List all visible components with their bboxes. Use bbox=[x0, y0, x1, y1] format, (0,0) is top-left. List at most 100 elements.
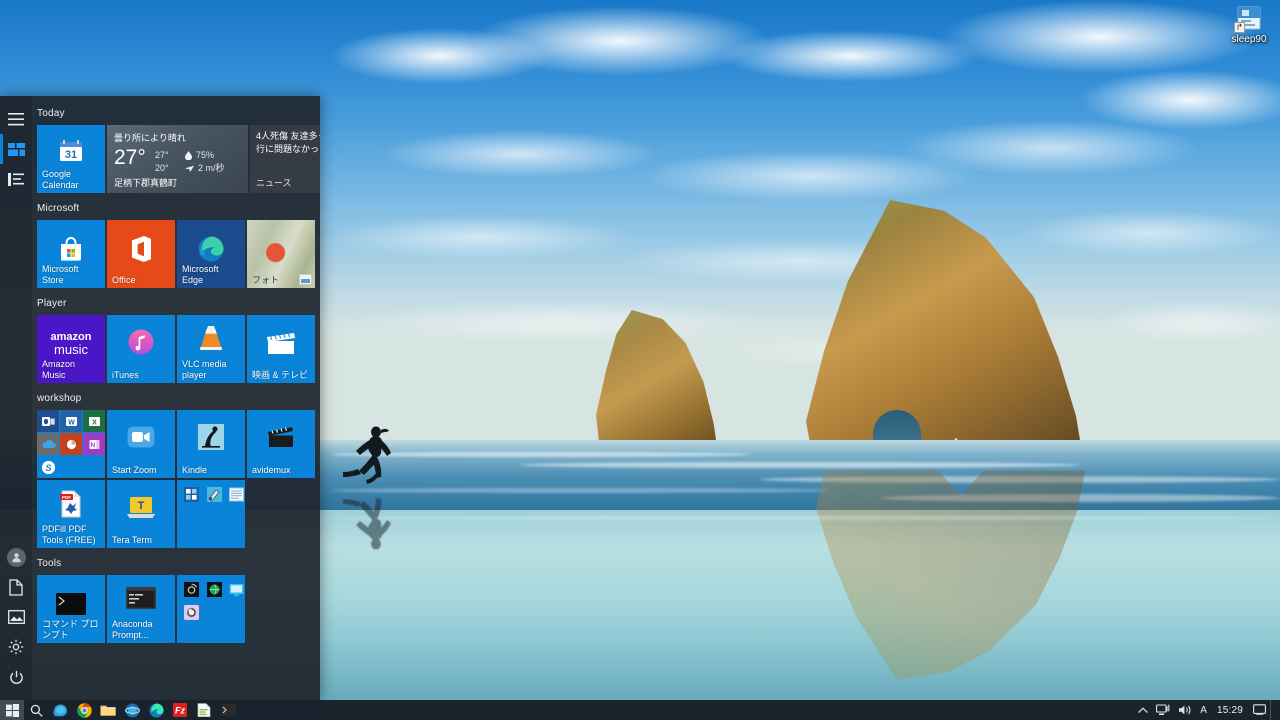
taskbar-spacer bbox=[240, 700, 1134, 720]
tile-movies-tv[interactable]: 映画 & テレビ bbox=[247, 315, 315, 383]
word-icon: W bbox=[60, 410, 82, 432]
taskbar-ie-button[interactable] bbox=[120, 700, 144, 720]
shortcut-arrow-icon: ↱ bbox=[1234, 22, 1245, 33]
taskbar-chrome-button[interactable] bbox=[72, 700, 96, 720]
tile-start-zoom[interactable]: Start Zoom bbox=[107, 410, 175, 478]
power-button[interactable] bbox=[0, 662, 32, 692]
edge-icon bbox=[197, 235, 225, 263]
search-button[interactable] bbox=[24, 700, 48, 720]
onenote-icon: N bbox=[83, 433, 105, 455]
all-apps-button[interactable] bbox=[0, 164, 32, 194]
itunes-note-icon bbox=[128, 329, 154, 355]
weather-wind-row: 2 m/秒 bbox=[185, 162, 225, 175]
weather-location: 足柄下郡真鶴町 bbox=[114, 178, 178, 188]
tile-grid: 31 Google Calendar 曇り所により晴れ 27° 27° 20° bbox=[34, 125, 320, 195]
tile-weather[interactable]: 曇り所により晴れ 27° 27° 20° 75% 2 m/秒 足柄下郡真鶴町 bbox=[107, 125, 248, 193]
pinned-tiles-button[interactable] bbox=[0, 134, 32, 164]
show-desktop-button[interactable] bbox=[1270, 700, 1278, 720]
tile-anaconda-prompt[interactable]: Anaconda Prompt... bbox=[107, 575, 175, 643]
weather-low: 20° bbox=[155, 163, 169, 173]
tile-group-title: Microsoft bbox=[37, 203, 80, 214]
amazon-music-icon: amazon music bbox=[42, 328, 100, 358]
tile-label: PDFill PDF Tools (FREE) bbox=[42, 524, 96, 545]
tile-label: コマンド プロンプト bbox=[42, 619, 99, 640]
tile-avidemux[interactable]: avidemux bbox=[247, 410, 315, 478]
network-icon[interactable] bbox=[1152, 700, 1174, 720]
tile-label: Amazon Music bbox=[42, 359, 76, 380]
pdf-tools-icon: PDF bbox=[58, 490, 84, 518]
clapper-white-icon bbox=[266, 331, 296, 355]
tile-label: Microsoft Edge bbox=[182, 264, 219, 285]
account-button[interactable] bbox=[0, 542, 32, 572]
tile-group-player: Player amazon music Amazon Music iTunes … bbox=[34, 298, 320, 385]
notepad-icon bbox=[229, 487, 244, 502]
taskbar-file-explorer-button[interactable] bbox=[96, 700, 120, 720]
taskbar-edge-legacy-button[interactable] bbox=[144, 700, 168, 720]
tile-group-title: Today bbox=[37, 108, 65, 119]
tile-itunes[interactable]: iTunes bbox=[107, 315, 175, 383]
tile-office[interactable]: Office bbox=[107, 220, 175, 288]
tile-tera-term[interactable]: T Tera Term bbox=[107, 480, 175, 548]
system-tray[interactable]: A 15:29 bbox=[1134, 700, 1280, 720]
desktop[interactable]: ↱ sleep90 Today 31 Google Calendar 曇り所によ… bbox=[0, 0, 1280, 720]
cloud bbox=[330, 215, 630, 259]
tile-grid: W X N S Start Zoom Kindle avidemux PDF P… bbox=[34, 410, 320, 550]
shoreline-foam bbox=[330, 516, 1280, 520]
tile-pdfill-pdf-tools[interactable]: PDF PDFill PDF Tools (FREE) bbox=[37, 480, 105, 548]
news-source: ニュース bbox=[256, 178, 292, 188]
ime-indicator[interactable]: A bbox=[1196, 700, 1211, 720]
tile-group-microsoft: Microsoft Microsoft Store Office Microso… bbox=[34, 203, 320, 290]
start-button[interactable] bbox=[0, 700, 24, 720]
tile-tools-folder[interactable] bbox=[177, 575, 245, 643]
tile-group-title: workshop bbox=[37, 393, 82, 404]
sea-foam bbox=[520, 462, 1080, 468]
taskbar-filezilla-button[interactable]: Fz bbox=[168, 700, 192, 720]
tile-kindle[interactable]: Kindle bbox=[177, 410, 245, 478]
taskbar[interactable]: Fz A 15:29 bbox=[0, 700, 1280, 720]
taskbar-console-button[interactable] bbox=[216, 700, 240, 720]
tile-microsoft-store[interactable]: Microsoft Store bbox=[37, 220, 105, 288]
tile-label: Kindle bbox=[182, 464, 208, 475]
excel-icon: X bbox=[83, 410, 105, 432]
calculator-icon bbox=[184, 487, 199, 502]
tile-photos[interactable]: フォト bbox=[247, 220, 315, 288]
taskbar-cortana-button[interactable] bbox=[48, 700, 72, 720]
cloud bbox=[350, 300, 770, 344]
tile-grid: Microsoft Store Office Microsoft Edge フォ… bbox=[34, 220, 320, 290]
tile-amazon-music[interactable]: amazon music Amazon Music bbox=[37, 315, 105, 383]
weather-high-low: 27° 20° bbox=[155, 149, 169, 175]
start-tiles-pane[interactable]: Today 31 Google Calendar 曇り所により晴れ 27° 27… bbox=[32, 96, 320, 700]
documents-button[interactable] bbox=[0, 572, 32, 602]
office-apps-folder-icon: W X N S bbox=[37, 410, 105, 478]
action-center-button[interactable] bbox=[1249, 700, 1270, 720]
start-menu[interactable]: Today 31 Google Calendar 曇り所により晴れ 27° 27… bbox=[0, 96, 320, 700]
tile-workshop-folder[interactable] bbox=[177, 480, 245, 548]
cloud bbox=[380, 130, 660, 178]
desktop-icon-sleep90[interactable]: ↱ sleep90 bbox=[1222, 4, 1276, 46]
pictures-button[interactable] bbox=[0, 602, 32, 632]
tile-google-calendar[interactable]: 31 Google Calendar bbox=[37, 125, 105, 193]
tile-news[interactable]: 4人死傷 友達多く素行に問題なかった ニュース bbox=[250, 125, 320, 193]
svg-text:N: N bbox=[90, 442, 95, 449]
speaker-icon[interactable] bbox=[1174, 700, 1196, 720]
tile-group-today: Today 31 Google Calendar 曇り所により晴れ 27° 27… bbox=[34, 108, 320, 195]
tile-label: Anaconda Prompt... bbox=[112, 619, 153, 640]
tile-label: Office bbox=[112, 274, 136, 285]
ime-a-icon: A bbox=[1200, 704, 1207, 716]
weather-temperature: 27° bbox=[114, 146, 146, 169]
start-menu-rail[interactable] bbox=[0, 96, 32, 700]
svg-text:T: T bbox=[138, 500, 145, 512]
tile-label: VLC media player bbox=[182, 359, 227, 380]
tile-vlc-media-player[interactable]: VLC media player bbox=[177, 315, 245, 383]
tile-command-prompt[interactable]: コマンド プロンプト bbox=[37, 575, 105, 643]
tile-label: Google Calendar bbox=[42, 169, 79, 190]
tile-group-title: Tools bbox=[37, 558, 62, 569]
hamburger-menu-button[interactable] bbox=[0, 104, 32, 134]
settings-button[interactable] bbox=[0, 632, 32, 662]
taskbar-clock[interactable]: 15:29 bbox=[1211, 700, 1249, 720]
tray-overflow-button[interactable] bbox=[1134, 700, 1152, 720]
tile-microsoft-edge[interactable]: Microsoft Edge bbox=[177, 220, 245, 288]
cloud bbox=[1020, 210, 1280, 256]
tile-office-folder[interactable]: W X N S bbox=[37, 410, 105, 478]
taskbar-text-editor-button[interactable] bbox=[192, 700, 216, 720]
